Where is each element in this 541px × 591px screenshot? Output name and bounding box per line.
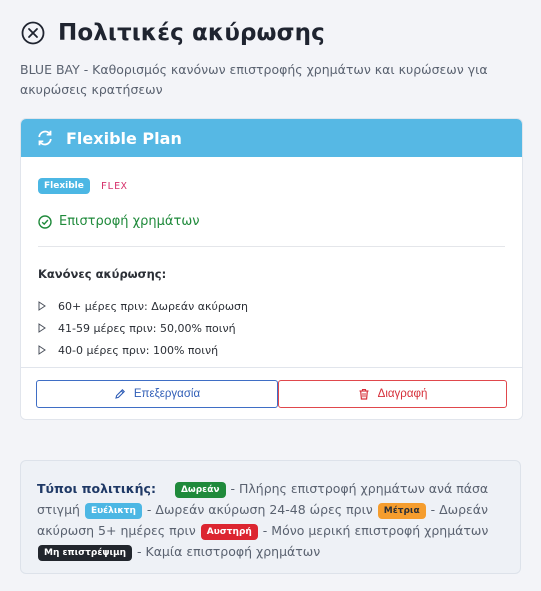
pencil-icon xyxy=(114,388,126,400)
rule-item: 40-0 μέρες πριν: 100% ποινή xyxy=(38,339,248,361)
policy-types-legend: Τύποι πολιτικής: Δωρεάν - Πλήρης επιστρο… xyxy=(20,460,521,574)
caret-right-icon xyxy=(38,323,48,333)
delete-button[interactable]: Διαγραφή xyxy=(278,380,507,408)
rule-text: 40-0 μέρες πριν: 100% ποινή xyxy=(58,343,219,357)
title-row: Πολιτικές ακύρωσης xyxy=(20,18,525,48)
card-actions: Επεξεργασία Διαγραφή xyxy=(21,367,522,419)
trash-icon xyxy=(358,388,370,400)
check-circle-icon xyxy=(38,214,52,229)
refund-label: Επιστροφή χρημάτων xyxy=(59,214,200,229)
caret-right-icon xyxy=(38,301,48,311)
page-header: Πολιτικές ακύρωσης BLUE BAY - Καθορισμός… xyxy=(20,18,525,100)
rules-list: 60+ μέρες πριν: Δωρεάν ακύρωση 41-59 μέρ… xyxy=(38,295,248,361)
edit-button-label: Επεξεργασία xyxy=(133,388,201,400)
refund-status: Επιστροφή χρημάτων xyxy=(38,214,199,229)
divider xyxy=(38,246,505,247)
legend-badge-non-refundable: Μη επιστρέψιμη xyxy=(38,545,133,561)
page-subtitle: BLUE BAY - Καθορισμός κανόνων επιστροφής… xyxy=(20,62,488,97)
legend-badge-flexible: Ευέλικτη xyxy=(84,503,142,519)
policy-badges: Flexible FLEX xyxy=(38,178,127,194)
legend-badge-moderate: Μέτρια xyxy=(377,503,426,519)
edit-button[interactable]: Επεξεργασία xyxy=(36,380,278,408)
page-title: Πολιτικές ακύρωσης xyxy=(58,20,325,46)
legend-badge-free: Δωρεάν xyxy=(174,482,226,498)
policy-type-badge: Flexible xyxy=(38,178,90,194)
close-icon[interactable] xyxy=(20,20,46,46)
policy-card: Flexible Plan Flexible FLEX Επιστροφή χρ… xyxy=(20,118,523,420)
legend-badge-strict: Αυστηρή xyxy=(200,524,258,540)
policy-code: FLEX xyxy=(100,180,128,192)
legend-title: Τύποι πολιτικής: xyxy=(37,481,156,496)
legend-text-flexible: - Δωρεάν ακύρωση 24-48 ώρες πριν xyxy=(146,502,373,517)
legend-text-strict: - Μόνο μερική επιστροφή χρημάτων xyxy=(262,523,489,538)
sync-icon xyxy=(36,129,54,147)
delete-button-label: Διαγραφή xyxy=(377,388,428,400)
rule-item: 60+ μέρες πριν: Δωρεάν ακύρωση xyxy=(38,295,248,317)
rule-text: 41-59 μέρες πριν: 50,00% ποινή xyxy=(58,321,236,335)
rules-title: Κανόνες ακύρωσης: xyxy=(38,267,167,281)
legend-text-non-refundable: - Καμία επιστροφή χρημάτων xyxy=(137,544,321,559)
rule-text: 60+ μέρες πριν: Δωρεάν ακύρωση xyxy=(58,299,249,313)
policy-card-header: Flexible Plan xyxy=(21,119,522,157)
caret-right-icon xyxy=(38,345,48,355)
policy-card-title: Flexible Plan xyxy=(66,128,182,148)
rule-item: 41-59 μέρες πριν: 50,00% ποινή xyxy=(38,317,248,339)
